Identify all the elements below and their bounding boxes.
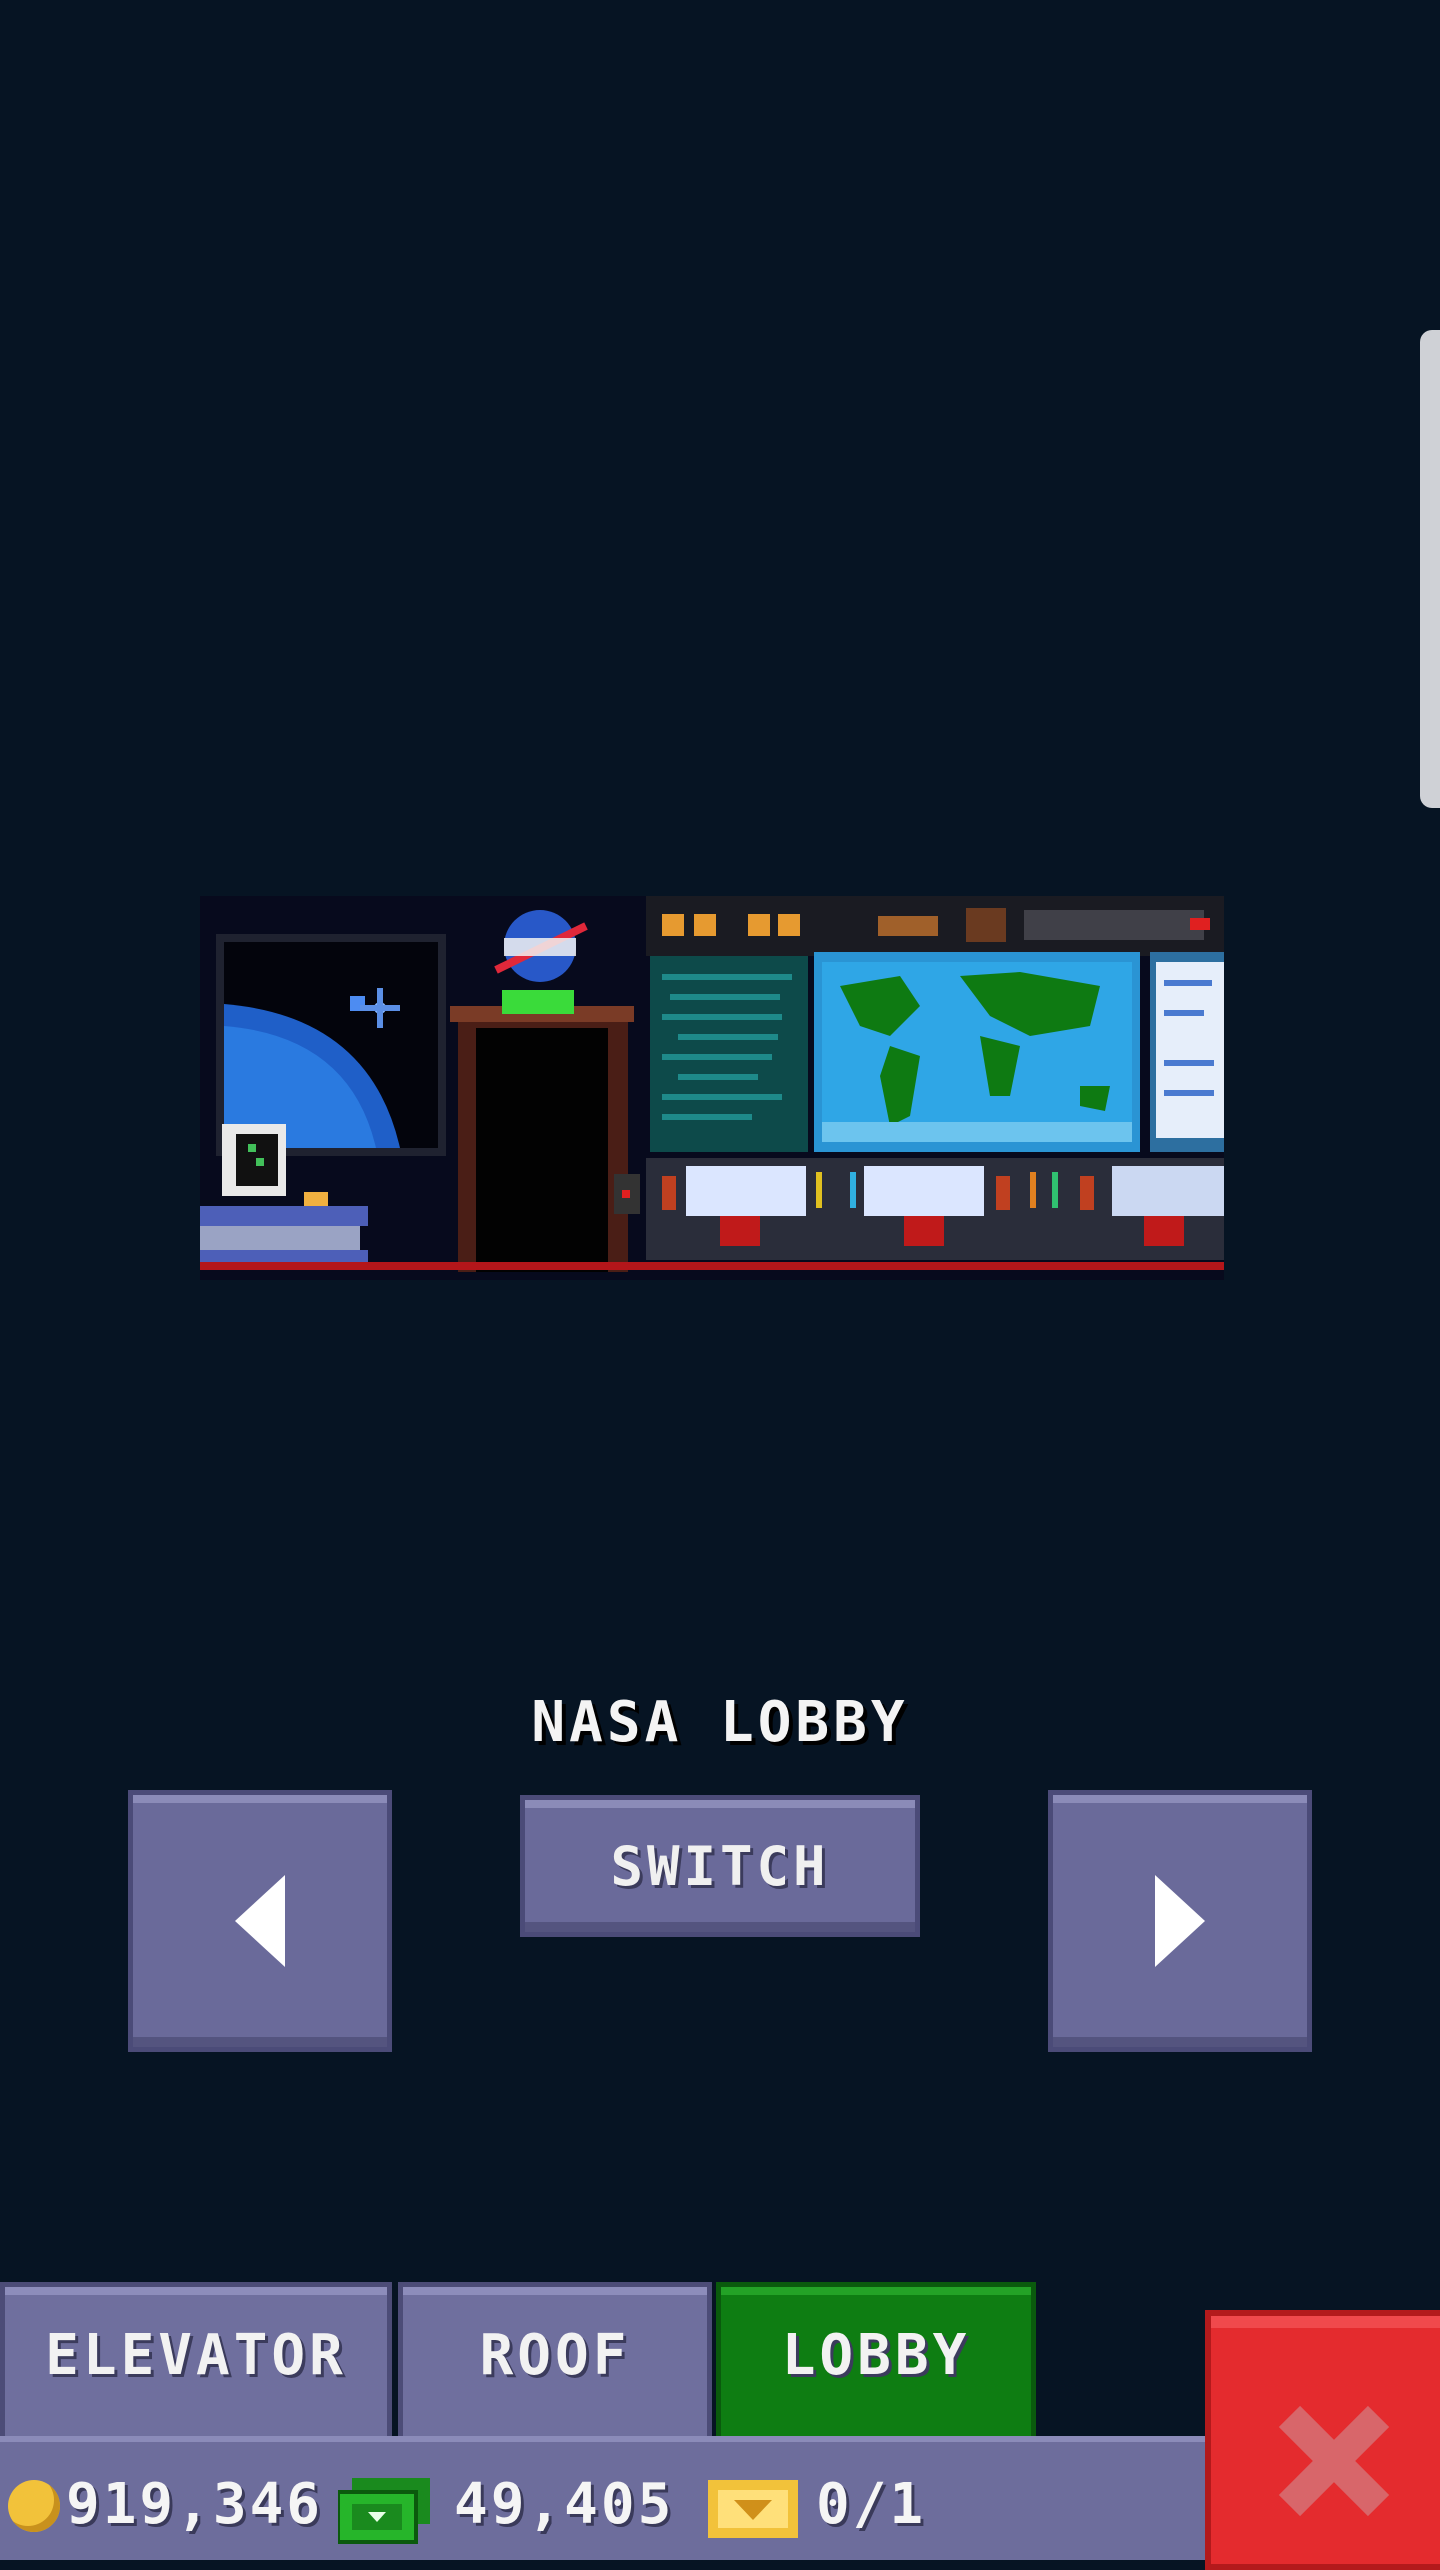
coin-icon — [8, 2480, 60, 2532]
next-lobby-button[interactable] — [1048, 1790, 1312, 2052]
coins-count: 919,346 — [66, 2472, 324, 2537]
tab-label: ROOF — [479, 2323, 631, 2388]
tab-label: ELEVATOR — [45, 2323, 347, 2388]
chevron-left-icon — [235, 1875, 285, 1967]
nasa-lobby-illustration — [200, 896, 1224, 1280]
side-scroll-handle[interactable] — [1420, 330, 1440, 808]
previous-lobby-button[interactable] — [128, 1790, 392, 2052]
chevron-right-icon — [1155, 1875, 1205, 1967]
tickets-count: 0/1 — [816, 2472, 927, 2537]
bux-count: 49,405 — [454, 2472, 675, 2537]
switch-label: SWITCH — [610, 1834, 830, 1898]
tab-label: LOBBY — [781, 2323, 971, 2388]
ticket-icon — [708, 2480, 798, 2538]
lobby-preview-image — [200, 896, 1224, 1280]
tab-roof[interactable]: ROOF — [398, 2282, 712, 2442]
currency-bar: 919,346 49,405 0/1 — [0, 2436, 1220, 2560]
tab-lobby[interactable]: LOBBY — [716, 2282, 1036, 2442]
switch-button[interactable]: SWITCH — [520, 1795, 920, 1937]
close-icon — [1279, 2406, 1389, 2516]
close-button[interactable] — [1205, 2310, 1440, 2570]
cash-icon — [338, 2478, 430, 2544]
tab-elevator[interactable]: ELEVATOR — [0, 2282, 392, 2442]
lobby-name: NASA LOBBY — [531, 1690, 909, 1755]
